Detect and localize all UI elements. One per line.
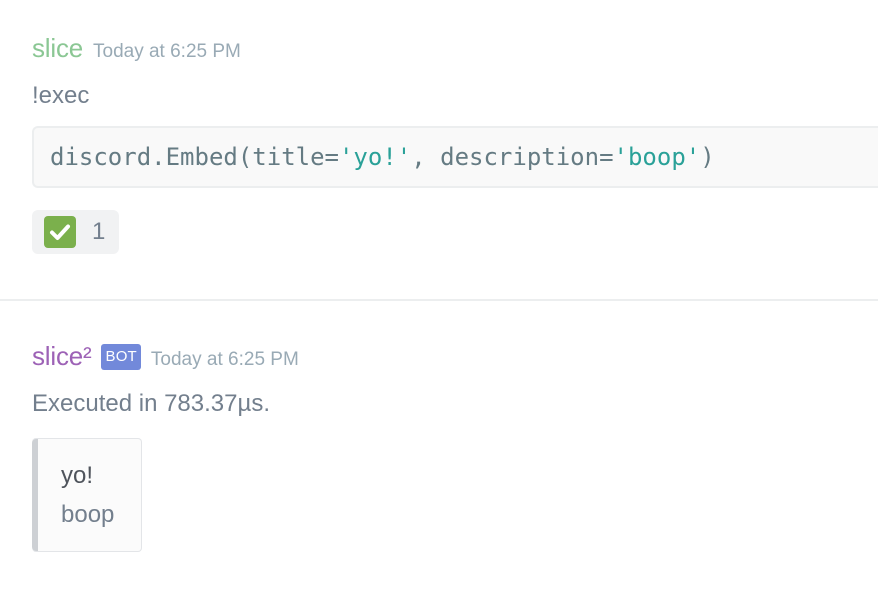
- message-content: !exec: [32, 82, 90, 109]
- embed-body: yo! boop: [38, 439, 114, 551]
- code-text: , description=: [411, 143, 614, 171]
- message-header: slice Today at 6:25 PM: [32, 30, 878, 66]
- message-content: Executed in 783.37µs.: [32, 390, 270, 417]
- message-header: slice² BOT Today at 6:25 PM: [32, 338, 878, 374]
- reaction-count: 1: [92, 218, 106, 245]
- chat-messages: slice Today at 6:25 PM !exec discord.Emb…: [0, 0, 878, 592]
- code-string: 'boop': [613, 143, 701, 171]
- bot-tag: BOT: [101, 344, 141, 370]
- white-check-mark-icon: [44, 216, 76, 248]
- code-block: discord.Embed(title='yo!', description='…: [32, 126, 878, 188]
- message-group: slice² BOT Today at 6:25 PM Executed in …: [32, 338, 878, 552]
- embed: yo! boop: [32, 438, 142, 552]
- message-divider: [0, 299, 878, 301]
- code-text: discord.Embed(title=: [50, 143, 339, 171]
- checkmark-icon: [50, 224, 70, 240]
- timestamp[interactable]: Today at 6:25 PM: [151, 349, 299, 371]
- reaction-button[interactable]: 1: [32, 210, 120, 254]
- timestamp[interactable]: Today at 6:25 PM: [93, 41, 241, 63]
- embed-description: boop: [61, 501, 115, 528]
- username[interactable]: slice: [32, 30, 83, 66]
- username[interactable]: slice²: [32, 338, 92, 374]
- code-text: ): [700, 143, 715, 171]
- message-group: slice Today at 6:25 PM !exec discord.Emb…: [32, 30, 878, 254]
- code-string: 'yo!': [338, 143, 412, 171]
- embed-title: yo!: [61, 462, 94, 489]
